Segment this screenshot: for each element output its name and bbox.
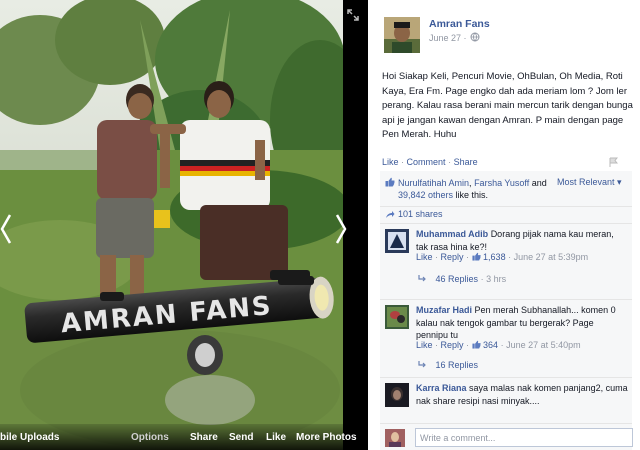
thumbs-up-icon <box>385 177 395 187</box>
flag-icon[interactable] <box>608 157 618 167</box>
album-link[interactable]: bile Uploads <box>0 432 59 443</box>
comment-likes-count[interactable]: 364 <box>483 340 498 350</box>
post-panel: Amran Fans June 27 · Hoi Siakap Keli, Pe… <box>368 0 640 450</box>
next-photo-arrow[interactable] <box>334 212 348 246</box>
share-icon <box>386 211 395 218</box>
other-likers-link[interactable]: 39,842 others <box>398 190 453 200</box>
commenter-name-link[interactable]: Muzafar Hadi <box>416 305 472 315</box>
liker-link[interactable]: Nurulfatihah Amin <box>398 178 469 188</box>
thumbs-up-icon <box>471 340 481 349</box>
likers-text: Nurulfatihah Amin, Farsha Yusoff and 39,… <box>398 178 547 200</box>
send-button[interactable]: Send <box>229 432 253 443</box>
comment-like-link[interactable]: Like <box>416 340 433 350</box>
comment-timestamp[interactable]: June 27 at 5:39pm <box>514 252 589 262</box>
like-post-link[interactable]: Like <box>382 157 399 167</box>
commenter-name-link[interactable]: Karra Riana <box>416 383 467 393</box>
comment-reply-link[interactable]: Reply <box>441 340 464 350</box>
commenter-avatar[interactable] <box>385 383 409 407</box>
post-text: Hoi Siakap Keli, Pencuri Movie, OhBulan,… <box>382 71 633 140</box>
comment-reply-link[interactable]: Reply <box>441 252 464 262</box>
commenter-avatar[interactable] <box>385 229 409 253</box>
more-photos-button[interactable]: More Photos <box>296 432 357 443</box>
feedback-section: Nurulfatihah Amin, Farsha Yusoff and 39,… <box>380 171 633 450</box>
globe-icon <box>470 32 480 42</box>
commenter-name-link[interactable]: Muhammad Adib <box>416 229 488 239</box>
post-timestamp[interactable]: June 27 · <box>429 33 467 43</box>
commenter-avatar[interactable] <box>385 305 409 329</box>
shares-link[interactable]: 101 shares <box>398 209 443 219</box>
reply-arrow-icon <box>418 275 426 282</box>
comment-input[interactable] <box>415 428 633 447</box>
comment-likes-count[interactable]: 1,638 <box>483 252 506 262</box>
viewer-avatar <box>385 429 405 447</box>
share-photo-button[interactable]: Share <box>190 432 218 443</box>
replies-timestamp: 3 hrs <box>486 274 507 284</box>
page-avatar[interactable] <box>384 17 420 53</box>
post-photo[interactable]: AMRAN FANS <box>0 0 343 450</box>
comment-sort-dropdown[interactable]: Most Relevant ▾ <box>557 177 622 188</box>
photo-stage: AMRAN FANS bile Uploads Options Share Se… <box>0 0 368 450</box>
comment-item: Muzafar Hadi Pen merah Subhanallah... ko… <box>380 300 632 378</box>
thumbs-up-icon <box>471 252 481 261</box>
previous-photo-arrow[interactable] <box>0 212 14 246</box>
options-button[interactable]: Options <box>131 432 169 443</box>
share-post-link[interactable]: Share <box>454 157 478 167</box>
view-replies-link[interactable]: 46 Replies <box>436 274 479 284</box>
comment-timestamp[interactable]: June 27 at 5:40pm <box>506 340 581 350</box>
comment-item: Karra Riana saya malas nak komen panjang… <box>380 378 632 423</box>
like-photo-button[interactable]: Like <box>266 432 286 443</box>
likes-summary: Nurulfatihah Amin, Farsha Yusoff and 39,… <box>380 173 632 207</box>
shares-summary: 101 shares <box>380 206 632 224</box>
comment-like-link[interactable]: Like <box>416 252 433 262</box>
post-actions: Like · Comment · Share <box>382 157 478 167</box>
comment-item: Muhammad Adib Dorang pijak nama kau mera… <box>380 224 632 300</box>
reply-arrow-icon <box>418 361 426 368</box>
liker-link[interactable]: Farsha Yusoff <box>474 178 529 188</box>
view-replies-link[interactable]: 16 Replies <box>436 360 479 370</box>
fullscreen-icon[interactable] <box>347 9 359 21</box>
comment-composer <box>380 423 633 450</box>
comment-link[interactable]: Comment <box>407 157 446 167</box>
photo-bottom-bar: bile Uploads Options Share Send Like Mor… <box>0 424 368 450</box>
page-name-link[interactable]: Amran Fans <box>429 18 490 30</box>
post-header: Amran Fans June 27 · <box>384 17 634 57</box>
